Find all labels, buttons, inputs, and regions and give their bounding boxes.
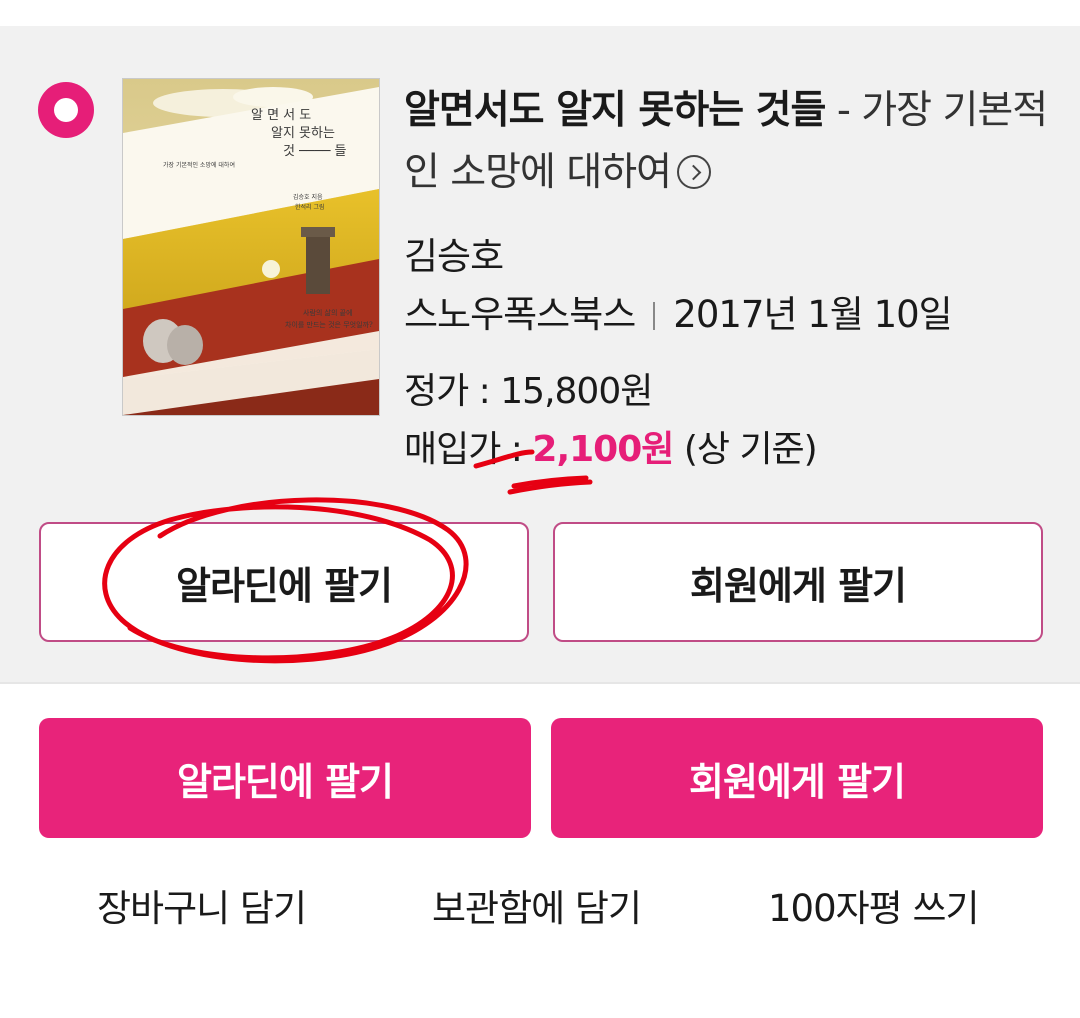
add-to-storage-link[interactable]: 보관함에 담기 (432, 878, 642, 932)
svg-text:알지 못하는: 알지 못하는 (271, 126, 335, 141)
book-title-main[interactable]: 알면서도 알지 못하는 것들 (404, 88, 826, 133)
book-title[interactable]: 알면서도 알지 못하는 것들 - 가장 기본적인 소망에 대하여 (404, 80, 1054, 204)
svg-text:김승호 지음: 김승호 지음 (293, 193, 323, 201)
add-to-cart-link[interactable]: 장바구니 담기 (97, 878, 307, 932)
top-gap (0, 0, 1080, 26)
buy-price-row: 매입가 : 2,100원 (상 기준) (404, 420, 818, 472)
sell-to-member-button[interactable]: 회원에게 팔기 (551, 718, 1043, 838)
book-publisher[interactable]: 스노우폭스북스 (404, 293, 636, 336)
chevron-right-circle-icon[interactable] (676, 155, 711, 189)
buy-price-value: 2,100원 (532, 429, 674, 470)
buy-price-label: 매입가 : (404, 429, 533, 470)
buy-price-note: (상 기준) (673, 429, 818, 470)
list-price-row: 정가 : 15,800원 (404, 362, 653, 414)
separator (653, 302, 656, 330)
book-author[interactable]: 김승호 (404, 226, 504, 280)
write-review-link[interactable]: 100자평 쓰기 (768, 878, 980, 932)
section-divider (0, 682, 1080, 690)
list-price-value: 15,800원 (500, 371, 653, 412)
svg-text:사람의 삶의 끝에: 사람의 삶의 끝에 (303, 308, 353, 317)
list-price-label: 정가 : (404, 371, 501, 412)
publisher-date-row: 스노우폭스북스 2017년 1월 10일 (404, 284, 953, 338)
sell-to-aladin-outline-button[interactable]: 알라딘에 팔기 (39, 522, 529, 642)
svg-text:알 면 서 도: 알 면 서 도 (251, 108, 311, 123)
svg-text:것 ──── 들: 것 ──── 들 (283, 144, 347, 159)
bottom-links: 장바구니 담기 보관함에 담기 100자평 쓰기 (0, 878, 1080, 938)
sell-to-member-outline-button[interactable]: 회원에게 팔기 (553, 522, 1043, 642)
svg-text:한석리 그림: 한석리 그림 (295, 203, 325, 211)
svg-text:가장 기본적인 소망에 대하여: 가장 기본적인 소망에 대하여 (163, 161, 235, 169)
svg-text:차이를 만드는 것은 무엇일까?: 차이를 만드는 것은 무엇일까? (285, 320, 373, 329)
radio-selected-icon[interactable] (38, 82, 94, 138)
sell-to-aladin-button[interactable]: 알라딘에 팔기 (39, 718, 531, 838)
publish-date: 2017년 1월 10일 (673, 293, 952, 336)
book-cover-image[interactable]: 알 면 서 도 알지 못하는 것 ──── 들 가장 기본적인 소망에 대하여 … (122, 78, 380, 416)
